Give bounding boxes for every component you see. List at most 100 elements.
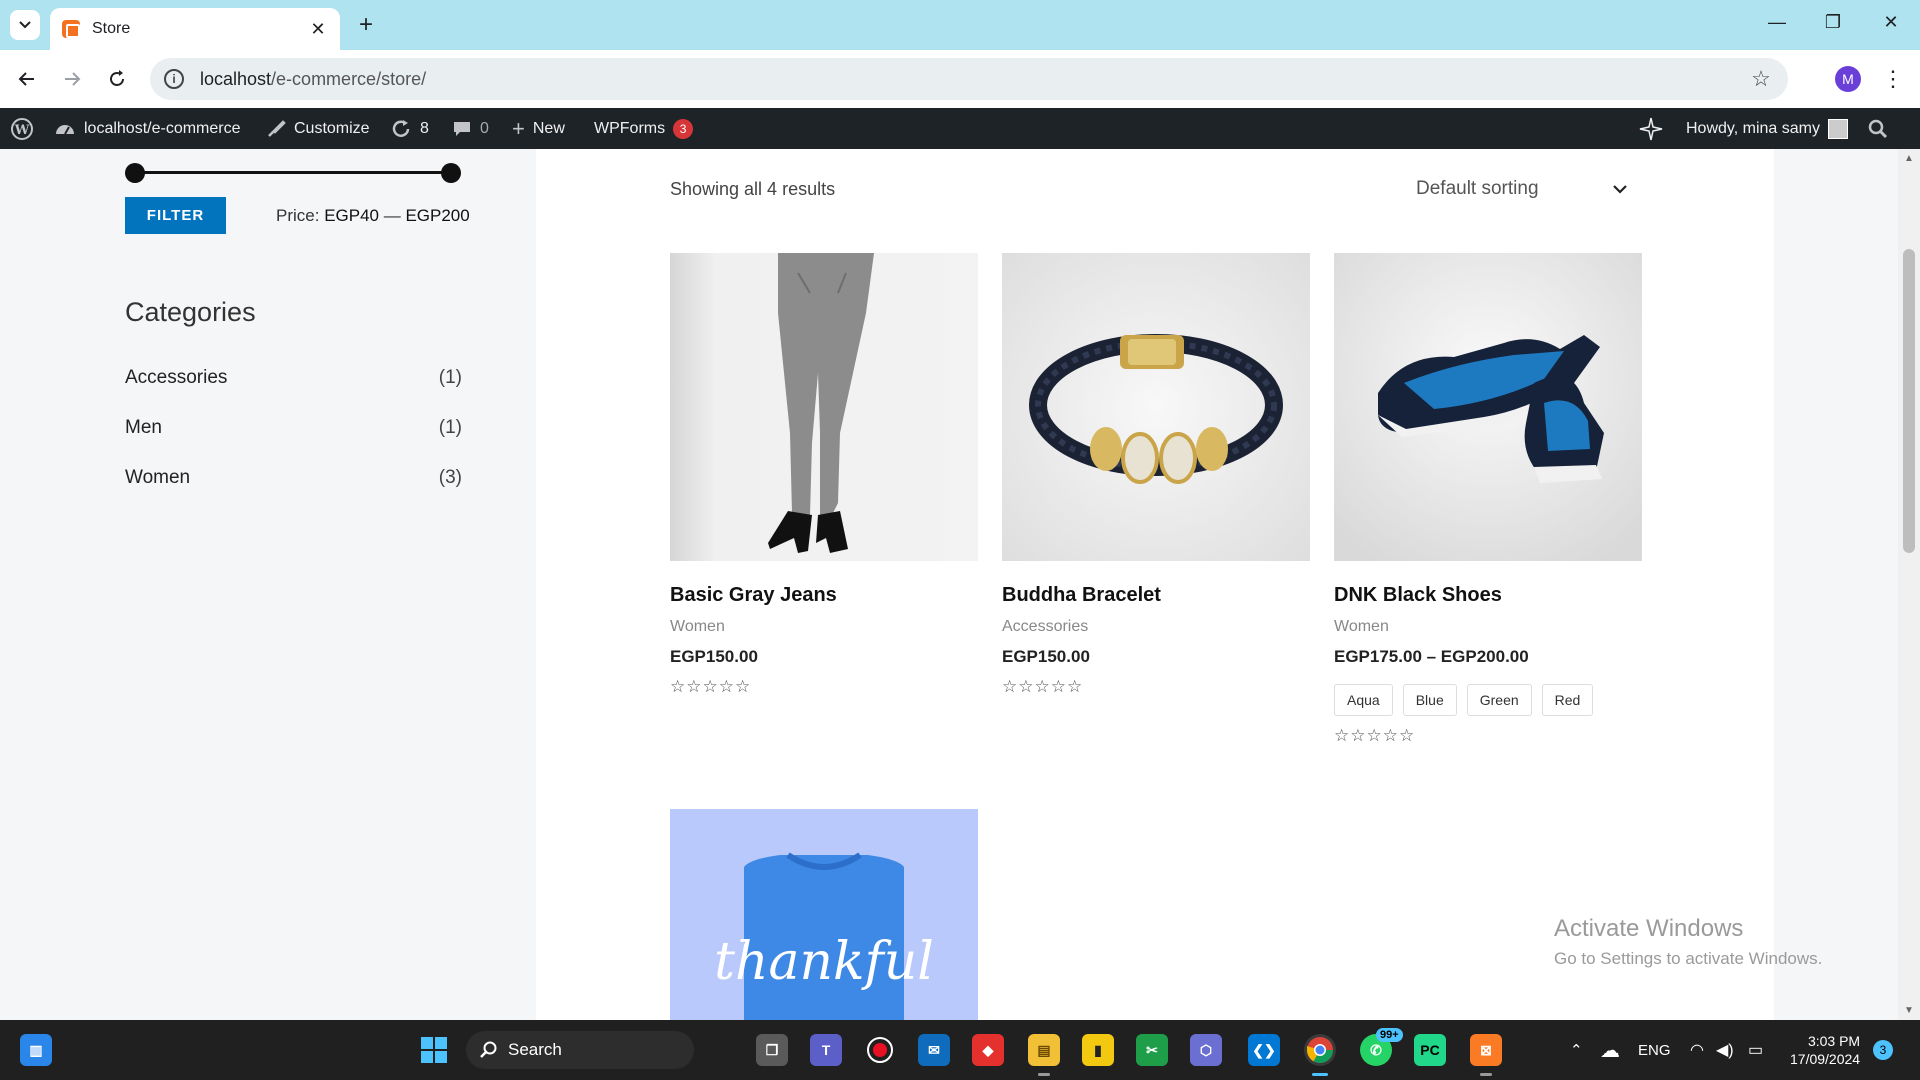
volume-icon[interactable]: ◀) [1716, 1020, 1734, 1080]
scroll-up-icon[interactable]: ▲ [1903, 153, 1915, 164]
notification-badge[interactable]: 3 [1873, 1040, 1893, 1060]
product-name[interactable]: Basic Gray Jeans [670, 584, 978, 610]
browser-menu-icon[interactable]: ⋮ [1882, 64, 1904, 94]
new-content-link[interactable]: + New [512, 108, 565, 149]
active-indicator [1480, 1073, 1492, 1076]
clock[interactable]: 3:03 PM 17/09/2024 [1790, 1032, 1860, 1068]
category-name[interactable]: Men [125, 417, 162, 439]
site-name-link[interactable]: localhost/e-commerce [54, 108, 241, 149]
slider-max-handle[interactable] [441, 163, 461, 183]
tab-search-button[interactable] [10, 10, 40, 40]
battery-icon[interactable]: ▭ [1748, 1020, 1763, 1080]
color-swatches: Aqua Blue Green Red [1334, 684, 1642, 716]
product-image-tshirt[interactable]: thankful [670, 809, 978, 1020]
product-image-shoes[interactable] [1334, 253, 1642, 561]
svg-text:W: W [14, 123, 30, 138]
teams-icon[interactable]: T [810, 1034, 842, 1066]
admin-search-button[interactable] [1868, 108, 1888, 149]
reload-button[interactable] [102, 64, 132, 94]
address-bar[interactable]: i localhost/e-commerce/store/ ☆ [150, 58, 1788, 100]
xampp-icon[interactable]: ⊠ [1470, 1034, 1502, 1076]
mail-icon[interactable]: ✉ [918, 1034, 950, 1066]
pycharm-icon[interactable]: PC [1414, 1034, 1446, 1066]
categories-heading: Categories [125, 297, 256, 327]
new-tab-button[interactable]: + [354, 12, 378, 38]
wordpress-logo-button[interactable]: W [10, 108, 34, 149]
swatch-green[interactable]: Green [1466, 684, 1532, 716]
wpforms-label: WPForms [594, 119, 666, 137]
scroll-down-icon[interactable]: ▼ [1903, 1005, 1915, 1016]
snipping-tool-icon[interactable]: ✂ [1136, 1034, 1168, 1066]
price-range-label: Price: EGP40 — EGP200 [276, 206, 470, 226]
forward-button[interactable] [57, 64, 87, 94]
category-name[interactable]: Women [125, 467, 190, 489]
updates-link[interactable]: 8 [390, 108, 429, 149]
category-item-women[interactable]: Women (3) [125, 467, 462, 489]
restore-button[interactable]: ❐ [1820, 12, 1846, 33]
start-button[interactable] [418, 1034, 450, 1066]
category-count: (3) [438, 467, 462, 488]
price-range-slider[interactable] [125, 163, 461, 183]
product-name[interactable]: DNK Black Shoes [1334, 584, 1642, 610]
activate-title: Activate Windows [1554, 915, 1744, 942]
close-window-button[interactable]: ✕ [1878, 12, 1904, 33]
my-account-link[interactable]: Howdy, mina samy [1686, 108, 1848, 149]
product-price: EGP150.00 [670, 647, 758, 666]
slider-min-handle[interactable] [125, 163, 145, 183]
record-icon [867, 1037, 893, 1063]
taskbar-search[interactable]: Search [466, 1031, 694, 1069]
wpforms-link[interactable]: WPForms 3 [594, 108, 694, 149]
back-button[interactable] [12, 64, 42, 94]
product-category[interactable]: Women [1334, 618, 1642, 638]
product-category[interactable]: Women [670, 618, 978, 638]
product-image-jeans[interactable] [670, 253, 978, 561]
swatch-blue[interactable]: Blue [1402, 684, 1457, 716]
clock-time: 3:03 PM [1807, 1033, 1861, 1049]
vscode-icon[interactable]: ❮❯ [1248, 1034, 1280, 1066]
chevron-down-icon [19, 21, 31, 29]
close-tab-icon[interactable]: ✕ [308, 19, 328, 40]
category-item-accessories[interactable]: Accessories (1) [125, 367, 462, 389]
recorder-icon[interactable] [864, 1034, 896, 1066]
star-rating-icon: ☆☆☆☆☆ [1002, 677, 1084, 696]
star-rating-icon: ☆☆☆☆☆ [670, 677, 752, 696]
product-image-bracelet[interactable] [1002, 253, 1310, 561]
price-max: EGP200 [405, 206, 470, 225]
scrollbar-thumb[interactable] [1903, 249, 1915, 553]
language-indicator[interactable]: ENG [1638, 1020, 1671, 1080]
tray-overflow-icon[interactable]: ⌃ [1570, 1020, 1583, 1080]
arrow-right-icon [65, 72, 81, 86]
site-info-icon[interactable]: i [164, 69, 184, 89]
product-name[interactable]: Buddha Bracelet [1002, 584, 1310, 610]
cube-app-icon[interactable]: ⬡ [1190, 1034, 1222, 1066]
browser-tab-store[interactable]: Store ✕ [50, 8, 340, 50]
file-explorer-icon[interactable]: ▤ [1028, 1034, 1060, 1076]
swatch-aqua[interactable]: Aqua [1334, 684, 1393, 716]
task-view-icon[interactable]: ❐ [756, 1034, 788, 1066]
comments-count: 0 [480, 119, 489, 137]
price-separator: — [379, 206, 406, 225]
whatsapp-icon[interactable]: ✆ 99+ [1360, 1028, 1403, 1066]
chrome-icon[interactable] [1304, 1034, 1336, 1076]
wifi-icon[interactable]: ◠ [1690, 1020, 1704, 1080]
product-category[interactable]: Accessories [1002, 618, 1310, 638]
profile-avatar[interactable]: M [1835, 66, 1861, 92]
category-name[interactable]: Accessories [125, 367, 227, 389]
onedrive-icon[interactable]: ☁ [1600, 1020, 1620, 1080]
minimize-button[interactable]: — [1764, 12, 1790, 33]
power-bi-icon[interactable]: ▮ [1082, 1034, 1114, 1066]
product-card: DNK Black Shoes Women EGP175.00 – EGP200… [1334, 253, 1642, 746]
customize-link[interactable]: Customize [266, 108, 370, 149]
sorting-select[interactable]: Default sorting [1400, 171, 1640, 207]
ai-sparkle-button[interactable] [1638, 108, 1664, 149]
bookmark-star-icon[interactable]: ☆ [1748, 66, 1774, 92]
filter-button[interactable]: FILTER [125, 197, 226, 234]
wp-admin-bar: W localhost/e-commerce Customize 8 0 + N… [0, 108, 1920, 149]
comments-link[interactable]: 0 [452, 108, 489, 149]
windows-taskbar: ▥ Search ❐ T ✉ ◆ ▤ ▮ ✂ ⬡ ❮❯ ✆ 99+ PC ⊠ ⌃… [0, 1020, 1920, 1080]
widgets-icon[interactable]: ▥ [20, 1034, 52, 1066]
swatch-red[interactable]: Red [1541, 684, 1594, 716]
anydesk-icon[interactable]: ◆ [972, 1034, 1004, 1066]
category-item-men[interactable]: Men (1) [125, 417, 462, 439]
address-url[interactable]: localhost/e-commerce/store/ [200, 69, 1748, 90]
